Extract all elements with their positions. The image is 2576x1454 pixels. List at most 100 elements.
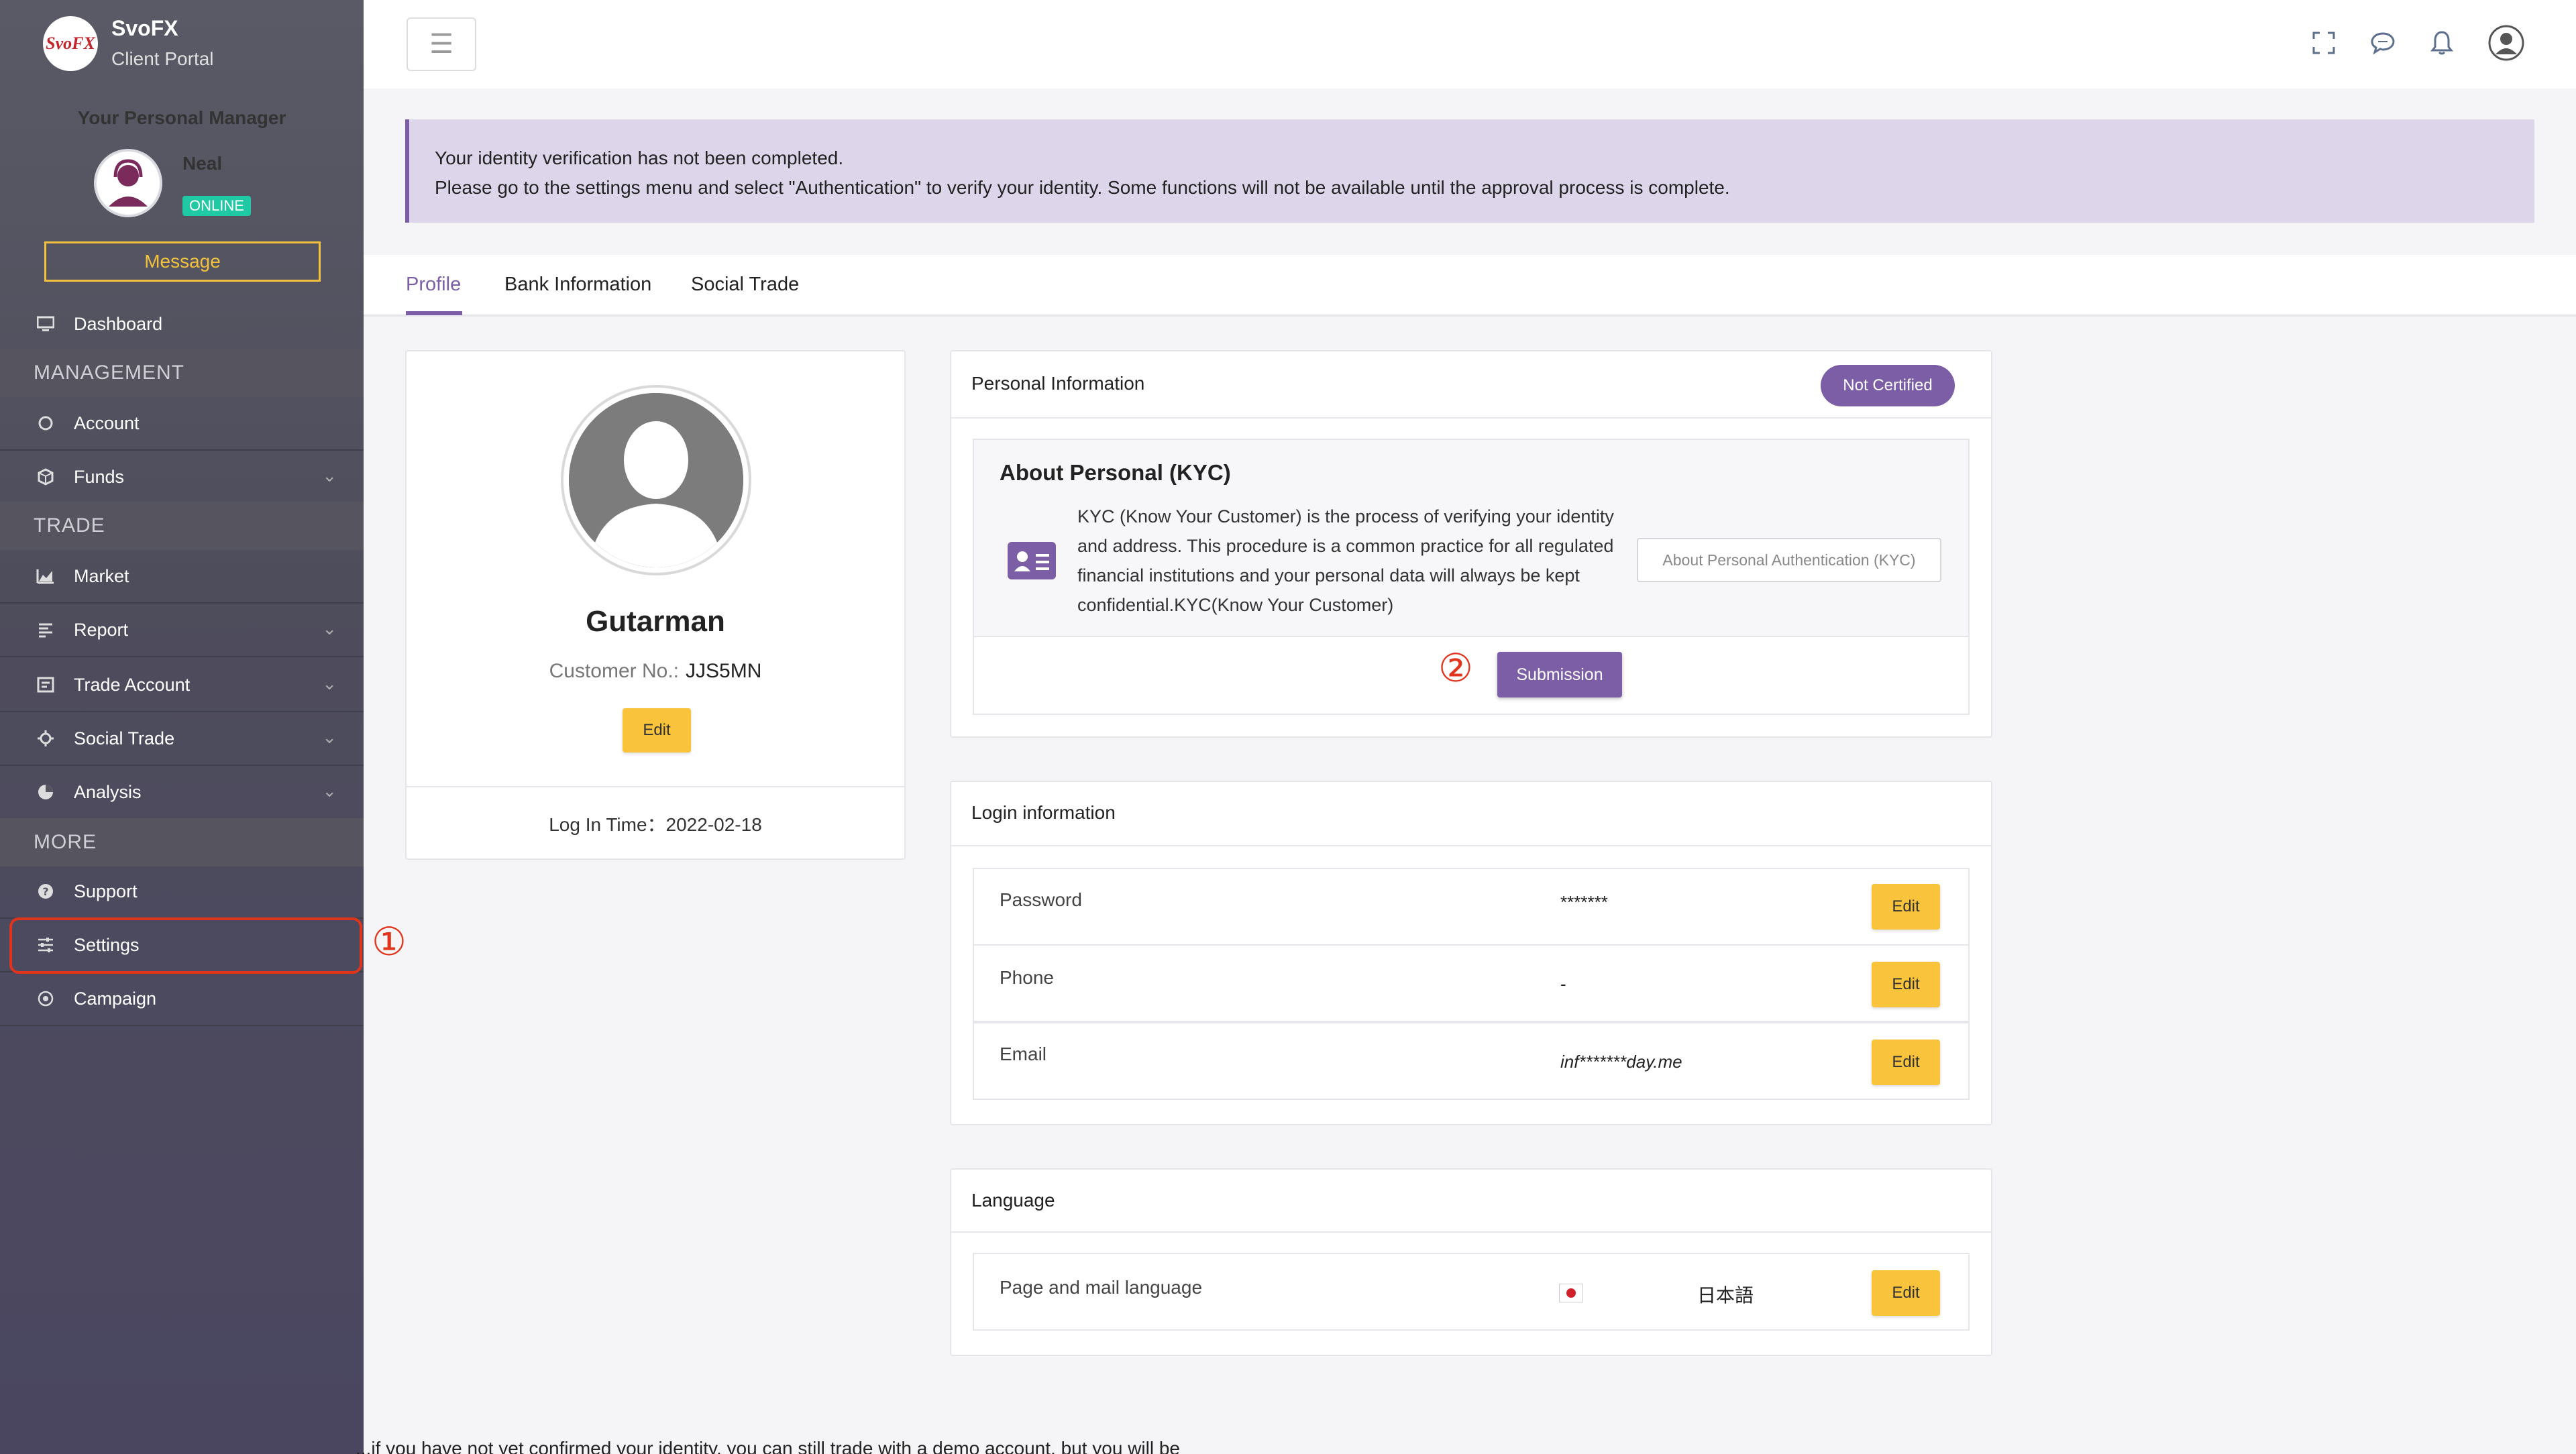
circle-icon <box>36 414 55 433</box>
kyc-title: About Personal (KYC) <box>1000 460 1231 485</box>
active-tab-indicator <box>406 311 462 315</box>
login-time: Log In Time：2022-02-18 <box>549 814 762 835</box>
hamburger-icon: ☰ <box>429 30 453 59</box>
section-management: MANAGEMENT <box>0 349 364 397</box>
language-label: Page and mail language <box>1000 1277 1203 1298</box>
login-information-title: Login information <box>971 802 1116 823</box>
brand-subtitle: Client Portal <box>111 48 214 69</box>
alert-line-2: Please go to the settings menu and selec… <box>435 177 1730 198</box>
email-row <box>973 1022 1970 1100</box>
manager-avatar <box>94 149 162 217</box>
profile-name: Gutarman <box>586 605 725 638</box>
sidebar-item-account[interactable]: Account <box>0 397 364 451</box>
online-badge: ONLINE <box>182 196 251 216</box>
profile-edit-button[interactable]: Edit <box>623 708 691 752</box>
brand-logo-text: SvoFX <box>46 34 95 53</box>
language-value: 日本語 <box>1697 1285 1754 1306</box>
password-label: Password <box>1000 889 1082 910</box>
password-edit-button[interactable]: Edit <box>1872 884 1940 930</box>
bell-icon[interactable] <box>2427 28 2457 58</box>
sidebar-item-label: Dashboard <box>74 313 163 334</box>
help-icon: ? <box>36 882 55 901</box>
phone-value: - <box>1560 974 1566 994</box>
tab-social-trade[interactable]: Social Trade <box>691 274 799 296</box>
customer-number-value: JJS5MN <box>686 660 762 682</box>
card-header-divider <box>950 845 1992 846</box>
manager-avatar-icon <box>97 152 160 215</box>
card-header-divider <box>950 1231 1992 1233</box>
crosshair-icon <box>36 729 55 748</box>
sidebar-item-label: Support <box>74 881 138 901</box>
sidebar-item-label: Social Trade <box>74 728 175 748</box>
sidebar-item-label: Account <box>74 412 140 433</box>
cube-icon <box>36 467 55 486</box>
tab-profile[interactable]: Profile <box>406 274 461 296</box>
personal-information-title: Personal Information <box>971 373 1145 394</box>
sidebar-item-label: Report <box>74 619 129 640</box>
language-edit-button[interactable]: Edit <box>1872 1270 1940 1316</box>
sidebar-item-dashboard[interactable]: Dashboard <box>0 298 364 351</box>
card-header-divider <box>950 417 1992 418</box>
sidebar-item-trade-account[interactable]: Trade Account ⌄ <box>0 659 364 712</box>
identity-alert: Your identity verification has not been … <box>405 119 2534 223</box>
chart-area-icon <box>36 567 55 585</box>
sidebar-item-social-trade[interactable]: Social Trade ⌄ <box>0 712 364 766</box>
sidebar-item-report[interactable]: Report ⌄ <box>0 604 364 657</box>
id-card-icon <box>1008 542 1056 579</box>
password-value: ******* <box>1560 892 1608 912</box>
section-trade: TRADE <box>0 502 364 550</box>
pie-chart-icon <box>36 783 55 801</box>
message-button[interactable]: Message <box>44 241 321 282</box>
chevron-down-icon: ⌄ <box>322 781 337 801</box>
submission-button[interactable]: Submission <box>1497 652 1622 697</box>
fullscreen-icon[interactable] <box>2309 28 2339 58</box>
alert-line-1: Your identity verification has not been … <box>435 148 844 168</box>
phone-edit-button[interactable]: Edit <box>1872 962 1940 1007</box>
kyc-info-button[interactable]: About Personal Authentication (KYC) <box>1637 538 1941 582</box>
sidebar-item-label: Campaign <box>74 988 157 1009</box>
password-row <box>973 868 1970 946</box>
profile-divider <box>405 786 906 787</box>
chevron-down-icon: ⌄ <box>322 727 337 747</box>
sidebar-item-funds[interactable]: Funds ⌄ <box>0 451 364 504</box>
sidebar-item-label: Trade Account <box>74 674 191 695</box>
email-edit-button[interactable]: Edit <box>1872 1040 1940 1085</box>
chevron-down-icon: ⌄ <box>322 618 337 638</box>
kyc-description: KYC (Know Your Customer) is the process … <box>1077 506 1614 615</box>
sidebar-item-support[interactable]: ? Support <box>0 865 364 919</box>
user-silhouette-icon <box>569 393 743 567</box>
sidebar-item-market[interactable]: Market <box>0 550 364 604</box>
step-1-marker: ① <box>372 919 407 964</box>
settings-highlight-box <box>9 917 362 974</box>
japan-flag-icon <box>1559 1284 1583 1302</box>
top-bar <box>364 0 2576 89</box>
list-icon <box>36 675 55 694</box>
brand-logo[interactable]: SvoFX <box>43 16 98 71</box>
language-title: Language <box>971 1190 1055 1211</box>
clipped-footer-text: ...if you have not yet confirmed your id… <box>356 1441 1181 1454</box>
chat-icon[interactable] <box>2368 28 2398 58</box>
phone-label: Phone <box>1000 967 1054 988</box>
certification-status-badge: Not Certified <box>1821 365 1955 406</box>
menu-toggle-button[interactable]: ☰ <box>407 17 476 71</box>
sidebar-item-label: Market <box>74 565 129 586</box>
chevron-down-icon: ⌄ <box>322 465 337 486</box>
section-more: MORE <box>0 818 364 866</box>
step-2-marker: ② <box>1438 645 1473 691</box>
target-icon <box>36 989 55 1008</box>
tab-bank-information[interactable]: Bank Information <box>504 274 651 296</box>
email-value: inf*******day.me <box>1560 1052 1682 1072</box>
brand-name: SvoFX <box>111 16 178 40</box>
sidebar-item-campaign[interactable]: Campaign <box>0 972 364 1026</box>
sidebar-item-label: Funds <box>74 466 125 487</box>
chevron-down-icon: ⌄ <box>322 673 337 693</box>
email-label: Email <box>1000 1044 1047 1064</box>
phone-row <box>973 944 1970 1022</box>
profile-avatar <box>564 388 749 573</box>
customer-number-label: Customer No.: <box>549 660 680 682</box>
report-icon <box>36 620 55 639</box>
manager-name: Neal <box>182 153 223 174</box>
customer-number: Customer No.: JJS5MN <box>405 660 906 683</box>
user-avatar-icon[interactable] <box>2487 24 2525 62</box>
sidebar-item-analysis[interactable]: Analysis ⌄ <box>0 766 364 820</box>
